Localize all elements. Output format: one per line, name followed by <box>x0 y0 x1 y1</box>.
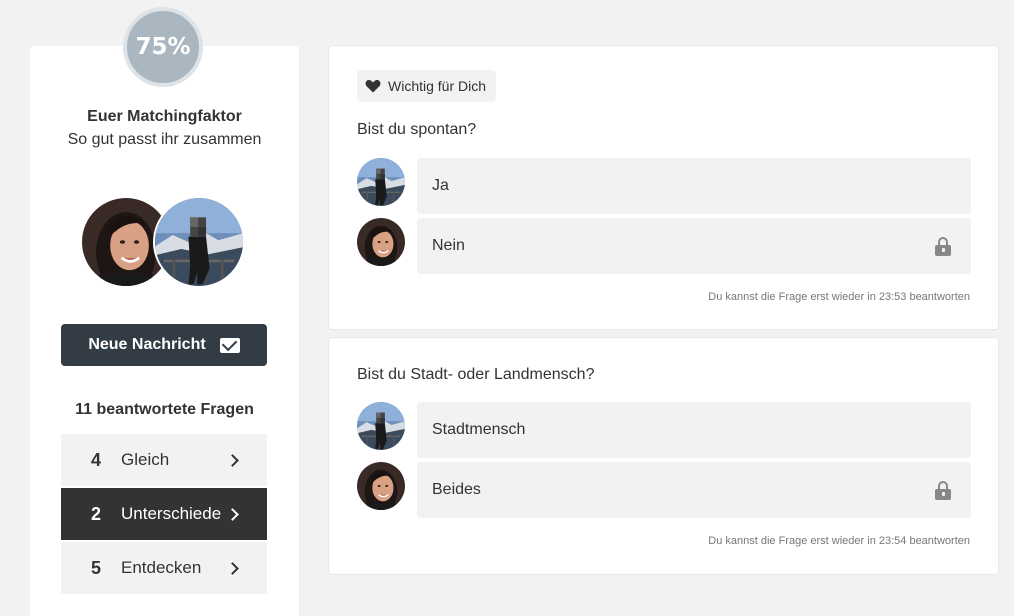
avatar-self <box>357 462 405 510</box>
filter-label: Entdecken <box>121 558 202 577</box>
importance-tag: Wichtig für Dich <box>357 70 497 102</box>
avatar-match <box>357 158 405 206</box>
answer-row: Nein <box>357 218 972 274</box>
avatar-self <box>357 218 405 266</box>
answer-option[interactable]: Stadtmensch <box>417 402 971 458</box>
lock-icon <box>935 481 951 500</box>
cooldown-note: Du kannst die Frage erst wieder in 23:53… <box>708 291 970 303</box>
filter-label: Unterschiede <box>121 504 222 523</box>
filter-unterschiede[interactable]: 2 Unterschiede <box>61 488 267 540</box>
filter-label: Gleich <box>121 450 170 469</box>
match-percentage-badge: 75% <box>123 7 203 87</box>
filter-entdecken[interactable]: 5 Entdecken <box>61 542 267 594</box>
answer-row: Ja <box>357 158 972 214</box>
mail-icon <box>219 337 240 353</box>
answer-text: Ja <box>432 177 449 194</box>
match-title: Euer Matchingfaktor <box>87 108 242 125</box>
match-subtitle: So gut passt ihr zusammen <box>67 131 262 148</box>
new-message-button[interactable]: Neue Nachricht <box>61 324 267 366</box>
question-card: Wichtig für Dich Bist du spontan? Ja Nei… <box>328 45 999 330</box>
cooldown-note: Du kannst die Frage erst wieder in 23:54… <box>708 535 970 547</box>
filter-count: 5 <box>91 557 102 578</box>
avatar-match[interactable] <box>153 196 245 288</box>
filter-count: 4 <box>91 449 102 470</box>
chevron-right-icon <box>226 507 239 521</box>
heart-icon <box>365 80 381 93</box>
chevron-right-icon <box>226 453 239 467</box>
question-text: Bist du Stadt- oder Landmensch? <box>357 366 595 383</box>
lock-icon <box>935 237 951 256</box>
new-message-label: Neue Nachricht <box>88 336 206 353</box>
answer-row: Beides <box>357 462 972 518</box>
avatar-match <box>357 402 405 450</box>
answer-row: Stadtmensch <box>357 402 972 458</box>
answer-text: Beides <box>432 481 481 498</box>
answer-option[interactable]: Ja <box>417 158 971 214</box>
importance-tag-label: Wichtig für Dich <box>388 78 487 94</box>
filter-gleich[interactable]: 4 Gleich <box>61 434 267 486</box>
answered-questions-count: 11 beantwortete Fragen <box>75 401 254 418</box>
question-card: Bist du Stadt- oder Landmensch? Stadtmen… <box>328 337 999 575</box>
chevron-right-icon <box>226 561 239 575</box>
answer-text: Nein <box>432 237 465 254</box>
filter-count: 2 <box>91 503 102 524</box>
answer-option[interactable]: Beides <box>417 462 971 518</box>
answer-option[interactable]: Nein <box>417 218 971 274</box>
answer-text: Stadtmensch <box>432 421 526 438</box>
question-text: Bist du spontan? <box>357 121 477 138</box>
